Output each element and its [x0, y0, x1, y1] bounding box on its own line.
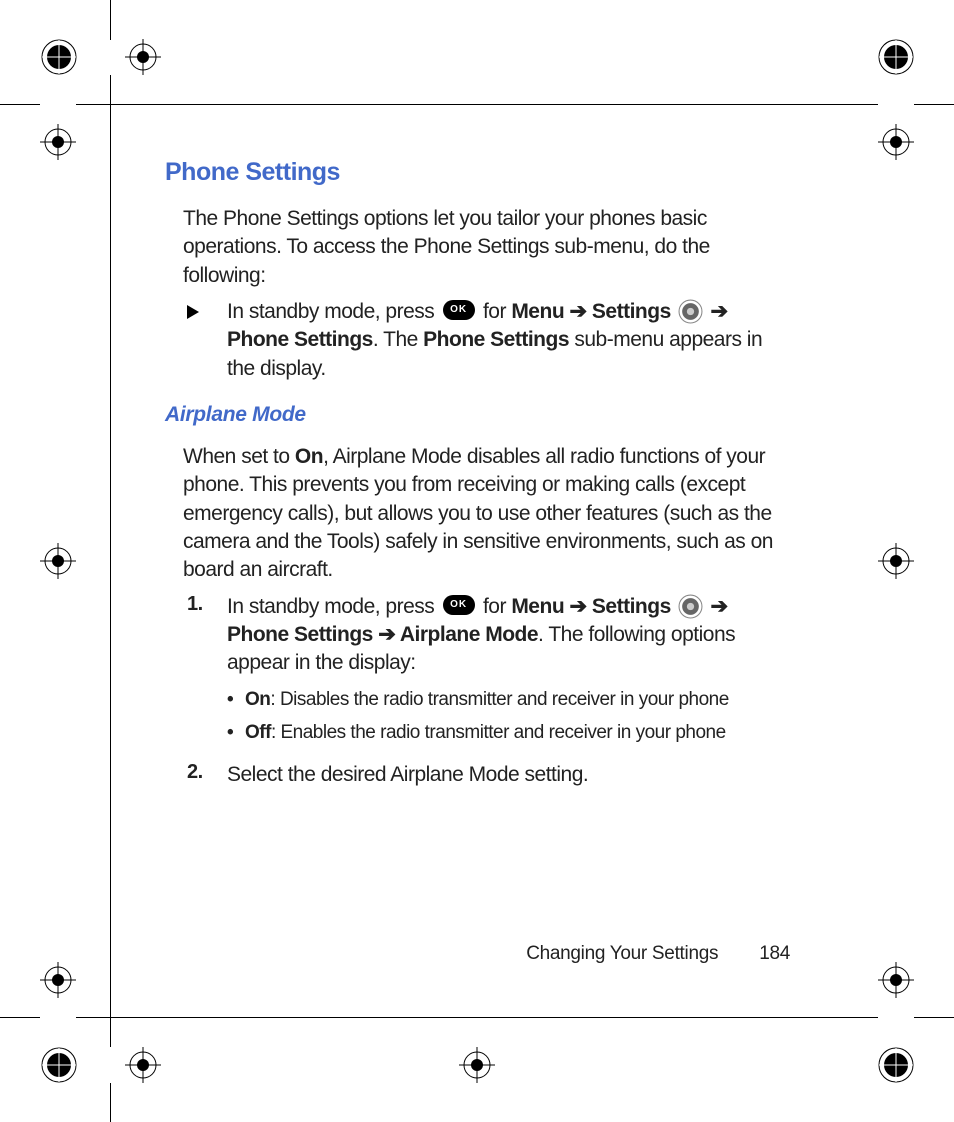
ok-button-icon: OK — [443, 595, 475, 615]
settings-label: Settings — [592, 300, 671, 323]
step-triangle-body: In standby mode, press OK for Menu ➔ Set… — [227, 298, 790, 383]
crop-mark-icon — [875, 36, 917, 78]
arrow-icon: ➔ — [564, 300, 592, 323]
crop-target-icon — [40, 962, 76, 998]
arrow-icon: ➔ — [373, 623, 400, 646]
gear-icon — [678, 299, 703, 324]
crop-mark-icon — [38, 1044, 80, 1086]
arrow-icon: ➔ — [710, 595, 727, 618]
crop-line — [76, 104, 878, 105]
triangle-bullet-icon — [183, 298, 227, 383]
step-1: 1. In standby mode, press OK for Menu ➔ … — [183, 593, 790, 753]
off-label: Off — [245, 722, 271, 743]
phone-settings-bold: Phone Settings — [423, 328, 569, 351]
airplane-paragraph: When set to On, Airplane Mode disables a… — [183, 443, 790, 585]
crop-line — [0, 1017, 40, 1018]
on-label: On — [295, 445, 323, 468]
text: When set to — [183, 445, 295, 468]
text: : Disables the radio transmitter and rec… — [270, 689, 728, 710]
step-2-body: Select the desired Airplane Mode setting… — [227, 761, 588, 789]
step-2: 2. Select the desired Airplane Mode sett… — [183, 761, 790, 789]
crop-line — [110, 0, 111, 40]
step-triangle: In standby mode, press OK for Menu ➔ Set… — [183, 298, 790, 383]
intro-paragraph: The Phone Settings options let you tailo… — [183, 205, 790, 290]
page-number: 184 — [759, 943, 790, 965]
bullet-icon: • — [227, 686, 245, 714]
bullet-icon: • — [227, 719, 245, 747]
crop-target-icon — [878, 543, 914, 579]
arrow-icon: ➔ — [710, 300, 727, 323]
crop-target-icon — [459, 1047, 495, 1083]
crop-line — [914, 104, 954, 105]
heading-phone-settings: Phone Settings — [165, 158, 790, 187]
crop-target-icon — [40, 124, 76, 160]
crop-target-icon — [878, 124, 914, 160]
crop-line — [110, 75, 111, 1047]
ok-button-icon: OK — [443, 300, 475, 320]
settings-label: Settings — [592, 595, 671, 618]
crop-line — [914, 1017, 954, 1018]
text: for — [478, 595, 512, 618]
step-1-body: In standby mode, press OK for Menu ➔ Set… — [227, 593, 790, 753]
crop-target-icon — [40, 543, 76, 579]
gear-icon — [678, 594, 703, 619]
crop-line — [110, 1083, 111, 1122]
crop-mark-icon — [38, 36, 80, 78]
text: In standby mode, press — [227, 300, 440, 323]
step-number: 1. — [183, 593, 227, 753]
menu-label: Menu — [511, 595, 564, 618]
crop-line — [76, 1017, 878, 1018]
phone-settings-label: Phone Settings — [227, 623, 373, 646]
crop-target-icon — [125, 39, 161, 75]
heading-airplane-mode: Airplane Mode — [165, 403, 790, 427]
step-number: 2. — [183, 761, 227, 789]
crop-mark-icon — [875, 1044, 917, 1086]
arrow-icon: ➔ — [564, 595, 592, 618]
text: In standby mode, press — [227, 595, 440, 618]
text: : Enables the radio transmitter and rece… — [271, 722, 726, 743]
text: . The — [373, 328, 423, 351]
menu-label: Menu — [511, 300, 564, 323]
text: for — [478, 300, 512, 323]
phone-settings-label: Phone Settings — [227, 328, 373, 351]
airplane-mode-label: Airplane Mode — [400, 623, 538, 646]
crop-target-icon — [125, 1047, 161, 1083]
bullet-off: • Off: Enables the radio transmitter and… — [227, 719, 790, 747]
crop-target-icon — [878, 962, 914, 998]
on-label: On — [245, 689, 270, 710]
page-content: Phone Settings The Phone Settings option… — [165, 158, 790, 797]
chapter-title: Changing Your Settings — [526, 943, 718, 964]
crop-line — [0, 104, 40, 105]
bullet-on: • On: Disables the radio transmitter and… — [227, 686, 790, 714]
page-footer: Changing Your Settings 184 — [165, 943, 790, 965]
